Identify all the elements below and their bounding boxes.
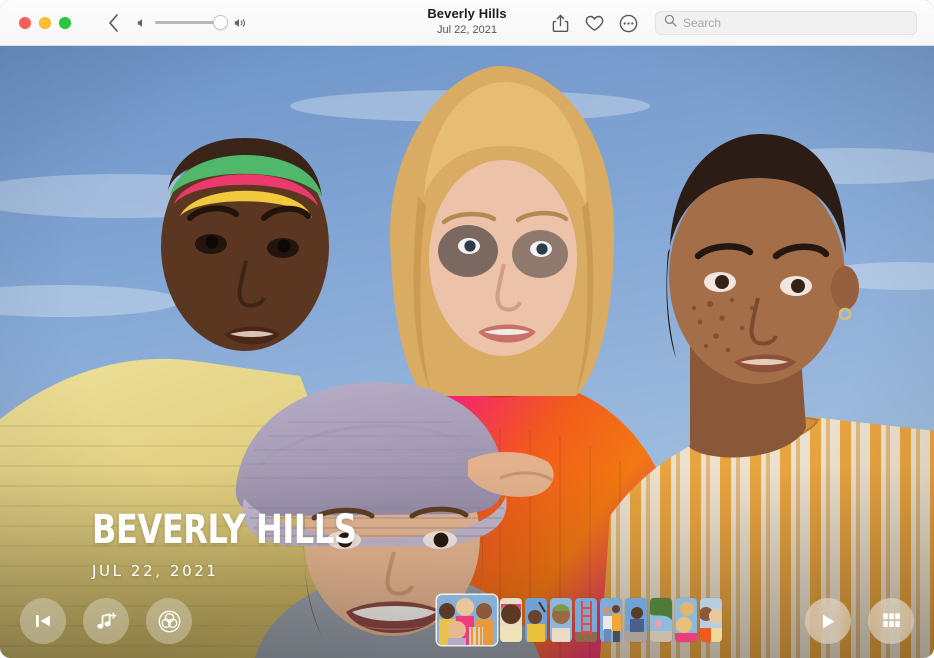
venn-circles-icon [158,610,181,633]
search-field[interactable] [655,11,917,35]
memory-photo-canvas[interactable]: BEVERLY HILLS JUL 22, 2021 [0,46,934,658]
music-button[interactable] [83,598,129,644]
chevron-left-icon [107,13,120,33]
thumbnail-7[interactable] [625,598,647,642]
minimize-window-button[interactable] [39,17,51,29]
skip-back-icon [33,612,53,630]
music-note-plus-icon [95,611,117,632]
favorite-button[interactable] [577,8,611,38]
grid-icon [882,612,901,631]
back-button[interactable] [102,10,124,36]
close-window-button[interactable] [19,17,31,29]
thumbnail-1[interactable] [437,595,497,645]
titlebar: Beverly Hills Jul 22, 2021 [0,0,934,46]
maximize-window-button[interactable] [59,17,71,29]
memory-looks-button[interactable] [146,598,192,644]
search-icon [664,14,677,32]
volume-slider-knob[interactable] [213,15,228,30]
playback-controls-right [805,598,914,644]
share-button[interactable] [543,8,577,38]
share-icon [552,14,569,33]
grid-view-button[interactable] [868,598,914,644]
thumbnail-8[interactable] [650,598,672,642]
thumbnail-10[interactable] [700,598,722,642]
traffic-lights [19,17,71,29]
volume-low-icon [137,17,148,29]
playback-controls-left [20,598,192,644]
volume-slider[interactable] [155,15,227,31]
thumbnail-3[interactable] [525,598,547,642]
thumbnail-6[interactable] [600,598,622,642]
play-icon [819,612,837,631]
volume-high-icon [234,17,249,29]
previous-button[interactable] [20,598,66,644]
memory-hero-photo [0,46,934,658]
thumbnail-2[interactable] [500,598,522,642]
volume-control[interactable] [137,15,249,31]
heart-icon [585,15,604,32]
more-button[interactable] [611,8,645,38]
thumbnail-9[interactable] [675,598,697,642]
ellipsis-circle-icon [619,14,638,33]
play-button[interactable] [805,598,851,644]
toolbar-actions [543,0,934,46]
thumbnail-4[interactable] [550,598,572,642]
thumbnail-5[interactable] [575,598,597,642]
thumbnail-filmstrip[interactable] [437,594,722,646]
photos-window: Beverly Hills Jul 22, 2021 [0,0,934,658]
search-input[interactable] [683,16,908,30]
